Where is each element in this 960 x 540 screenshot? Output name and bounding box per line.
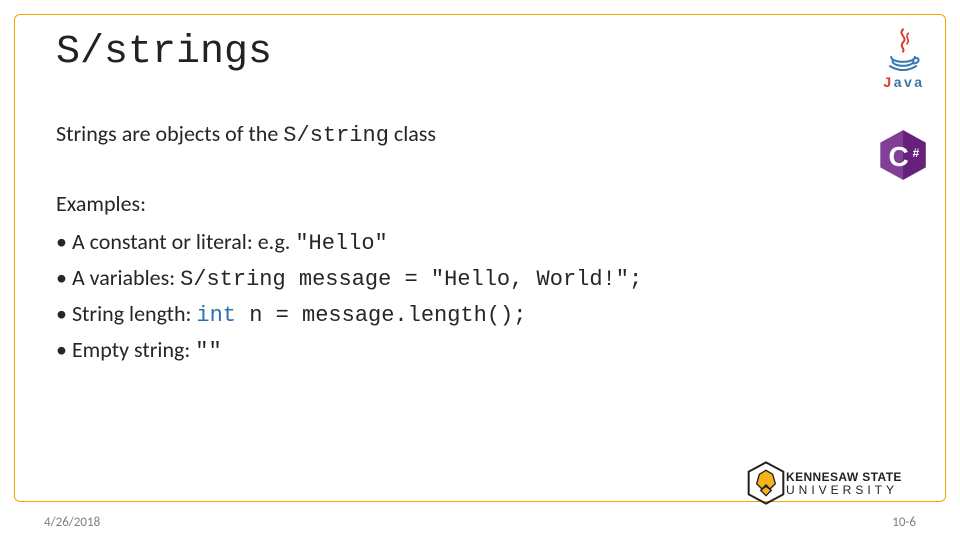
bullet-code: S/string message = "Hello, World!"; [180,267,642,292]
examples-block: Examples: A constant or literal: e.g. "H… [56,187,904,369]
bullet-list: A constant or literal: e.g. "Hello"A var… [56,225,904,369]
intro-line: Strings are objects of the S/string clas… [56,117,904,153]
java-wordmark: Java [874,74,932,90]
bullet-code: "" [195,339,221,364]
intro-suffix: class [389,120,436,147]
ksu-owl-icon [746,461,786,505]
java-cup-icon [882,28,924,74]
bullet-label: A constant or literal: e.g. [72,228,295,255]
examples-heading: Examples: [56,187,904,221]
bullet-code: int n = message.length(); [196,303,526,328]
list-item: A constant or literal: e.g. "Hello" [56,225,904,261]
ksu-logo: KENNESAW STATE UNIVERSITY [746,460,926,506]
ksu-wordmark: KENNESAW STATE UNIVERSITY [786,471,902,496]
list-item: String length: int n = message.length(); [56,297,904,333]
java-logo: Java [874,28,932,100]
svg-text:#: # [913,146,920,160]
footer-page: 10-6 [892,515,916,530]
footer: 4/26/2018 10-6 [44,515,916,530]
bullet-label: String length: [72,300,196,327]
slide-title: S/strings [56,30,904,75]
bullet-label: Empty string: [72,336,195,363]
intro-code: S/string [283,123,389,148]
ksu-bot-line: UNIVERSITY [786,484,902,496]
footer-date: 4/26/2018 [44,515,100,530]
csharp-logo-icon: C # [876,128,930,182]
list-item: A variables: S/string message = "Hello, … [56,261,904,297]
ksu-top-line: KENNESAW STATE [786,471,902,483]
bullet-code: "Hello" [295,231,387,256]
list-item: Empty string: "" [56,333,904,369]
intro-prefix: Strings are objects of the [56,120,283,147]
svg-text:C: C [889,141,909,172]
slide-content: S/strings Strings are objects of the S/s… [56,30,904,482]
bullet-label: A variables: [72,264,180,291]
